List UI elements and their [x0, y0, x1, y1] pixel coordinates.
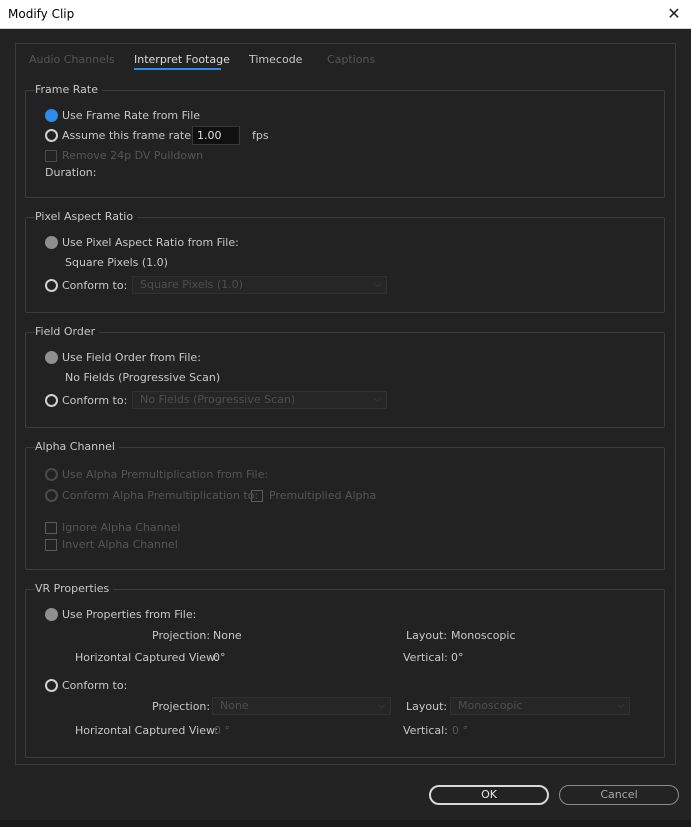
use-alpha-premult-label: Use Alpha Premultiplication from File:: [62, 468, 269, 481]
alpha-channel-group: [25, 447, 665, 570]
conform-layout-select[interactable]: Monoscopic ⌵: [450, 697, 630, 715]
use-alpha-premult-radio[interactable]: [45, 468, 58, 481]
remove-pulldown-checkbox[interactable]: [45, 150, 57, 162]
use-frame-rate-from-file-label: Use Frame Rate from File: [62, 109, 201, 122]
conform-horizontal-view-label: Horizontal Captured View:: [75, 724, 219, 737]
duration-label: Duration:: [45, 166, 97, 179]
pixel-aspect-title: Pixel Aspect Ratio: [35, 210, 138, 223]
vr-properties-title: VR Properties: [35, 582, 114, 595]
premultiplied-alpha-label: Premultiplied Alpha: [269, 489, 377, 502]
vertical-value: 0°: [451, 651, 464, 664]
tab-timecode[interactable]: Timecode: [249, 53, 302, 66]
conform-projection-label: Projection:: [152, 700, 211, 713]
projection-label: Projection:: [152, 629, 211, 642]
use-pixel-aspect-from-file-radio[interactable]: [45, 236, 58, 249]
vertical-label: Vertical:: [403, 651, 448, 664]
ok-button[interactable]: OK: [429, 785, 549, 805]
field-order-conform-value: No Fields (Progressive Scan): [140, 393, 296, 406]
layout-label: Layout:: [406, 629, 448, 642]
pixel-aspect-file-value: Square Pixels (1.0): [65, 256, 168, 269]
use-vr-properties-from-file-label: Use Properties from File:: [62, 608, 197, 621]
field-order-conform-radio[interactable]: [45, 394, 58, 407]
chevron-down-icon: ⌵: [378, 701, 385, 711]
use-vr-properties-from-file-radio[interactable]: [45, 608, 58, 621]
remove-pulldown-label: Remove 24p DV Pulldown: [62, 149, 204, 162]
tab-captions[interactable]: Captions: [327, 53, 375, 66]
modify-clip-dialog: Modify Clip ✕ Audio Channels Interpret F…: [0, 0, 691, 827]
pixel-aspect-conform-label: Conform to:: [62, 279, 128, 292]
projection-value: None: [213, 629, 242, 642]
chevron-down-icon: ⌵: [374, 395, 381, 405]
frame-rate-input[interactable]: [192, 126, 240, 145]
close-icon[interactable]: ✕: [662, 2, 686, 26]
pixel-aspect-conform-radio[interactable]: [45, 279, 58, 292]
window-title: Modify Clip: [8, 7, 75, 21]
use-pixel-aspect-from-file-label: Use Pixel Aspect Ratio from File:: [62, 236, 239, 249]
frame-rate-title: Frame Rate: [35, 83, 102, 96]
use-frame-rate-from-file-radio[interactable]: [45, 109, 58, 122]
assume-frame-rate-label: Assume this frame rate:: [62, 129, 195, 142]
tab-audio-channels[interactable]: Audio Channels: [29, 53, 115, 66]
chevron-down-icon: ⌵: [374, 280, 381, 290]
alpha-channel-title: Alpha Channel: [35, 440, 119, 453]
field-order-title: Field Order: [35, 325, 100, 338]
field-order-file-value: No Fields (Progressive Scan): [65, 371, 221, 384]
field-order-conform-select[interactable]: No Fields (Progressive Scan) ⌵: [132, 391, 387, 409]
use-field-order-from-file-radio[interactable]: [45, 351, 58, 364]
active-tab-indicator: [134, 68, 221, 70]
fps-label: fps: [252, 129, 269, 142]
conform-layout-label: Layout:: [406, 700, 448, 713]
pixel-aspect-conform-value: Square Pixels (1.0): [140, 278, 243, 291]
assume-frame-rate-radio[interactable]: [45, 129, 58, 142]
conform-layout-value: Monoscopic: [458, 699, 523, 712]
ignore-alpha-checkbox[interactable]: [45, 522, 57, 534]
cancel-button[interactable]: Cancel: [559, 785, 679, 805]
background-strip: [0, 820, 691, 827]
frame-rate-group: [25, 90, 665, 198]
conform-alpha-premult-radio[interactable]: [45, 489, 58, 502]
conform-projection-value: None: [220, 699, 249, 712]
invert-alpha-label: Invert Alpha Channel: [62, 538, 178, 551]
tab-interpret-footage[interactable]: Interpret Footage: [134, 53, 230, 66]
chevron-down-icon: ⌵: [617, 701, 624, 711]
invert-alpha-checkbox[interactable]: [45, 539, 57, 551]
vr-conform-label: Conform to:: [62, 679, 128, 692]
use-field-order-from-file-label: Use Field Order from File:: [62, 351, 201, 364]
horizontal-captured-view-value: 0°: [213, 651, 226, 664]
field-order-conform-label: Conform to:: [62, 394, 128, 407]
horizontal-captured-view-label: Horizontal Captured View:: [75, 651, 219, 664]
layout-value: Monoscopic: [451, 629, 516, 642]
conform-vertical-value[interactable]: 0 °: [452, 724, 468, 737]
vr-conform-radio[interactable]: [45, 679, 58, 692]
conform-alpha-premult-label: Conform Alpha Premultiplication to:: [62, 489, 259, 502]
premultiplied-alpha-checkbox[interactable]: [251, 490, 263, 502]
ignore-alpha-label: Ignore Alpha Channel: [62, 521, 181, 534]
conform-vertical-label: Vertical:: [403, 724, 448, 737]
title-bar: Modify Clip ✕: [0, 0, 691, 29]
conform-horizontal-view-value[interactable]: 0 °: [214, 724, 230, 737]
pixel-aspect-conform-select[interactable]: Square Pixels (1.0) ⌵: [132, 276, 387, 294]
conform-projection-select[interactable]: None ⌵: [212, 697, 391, 715]
